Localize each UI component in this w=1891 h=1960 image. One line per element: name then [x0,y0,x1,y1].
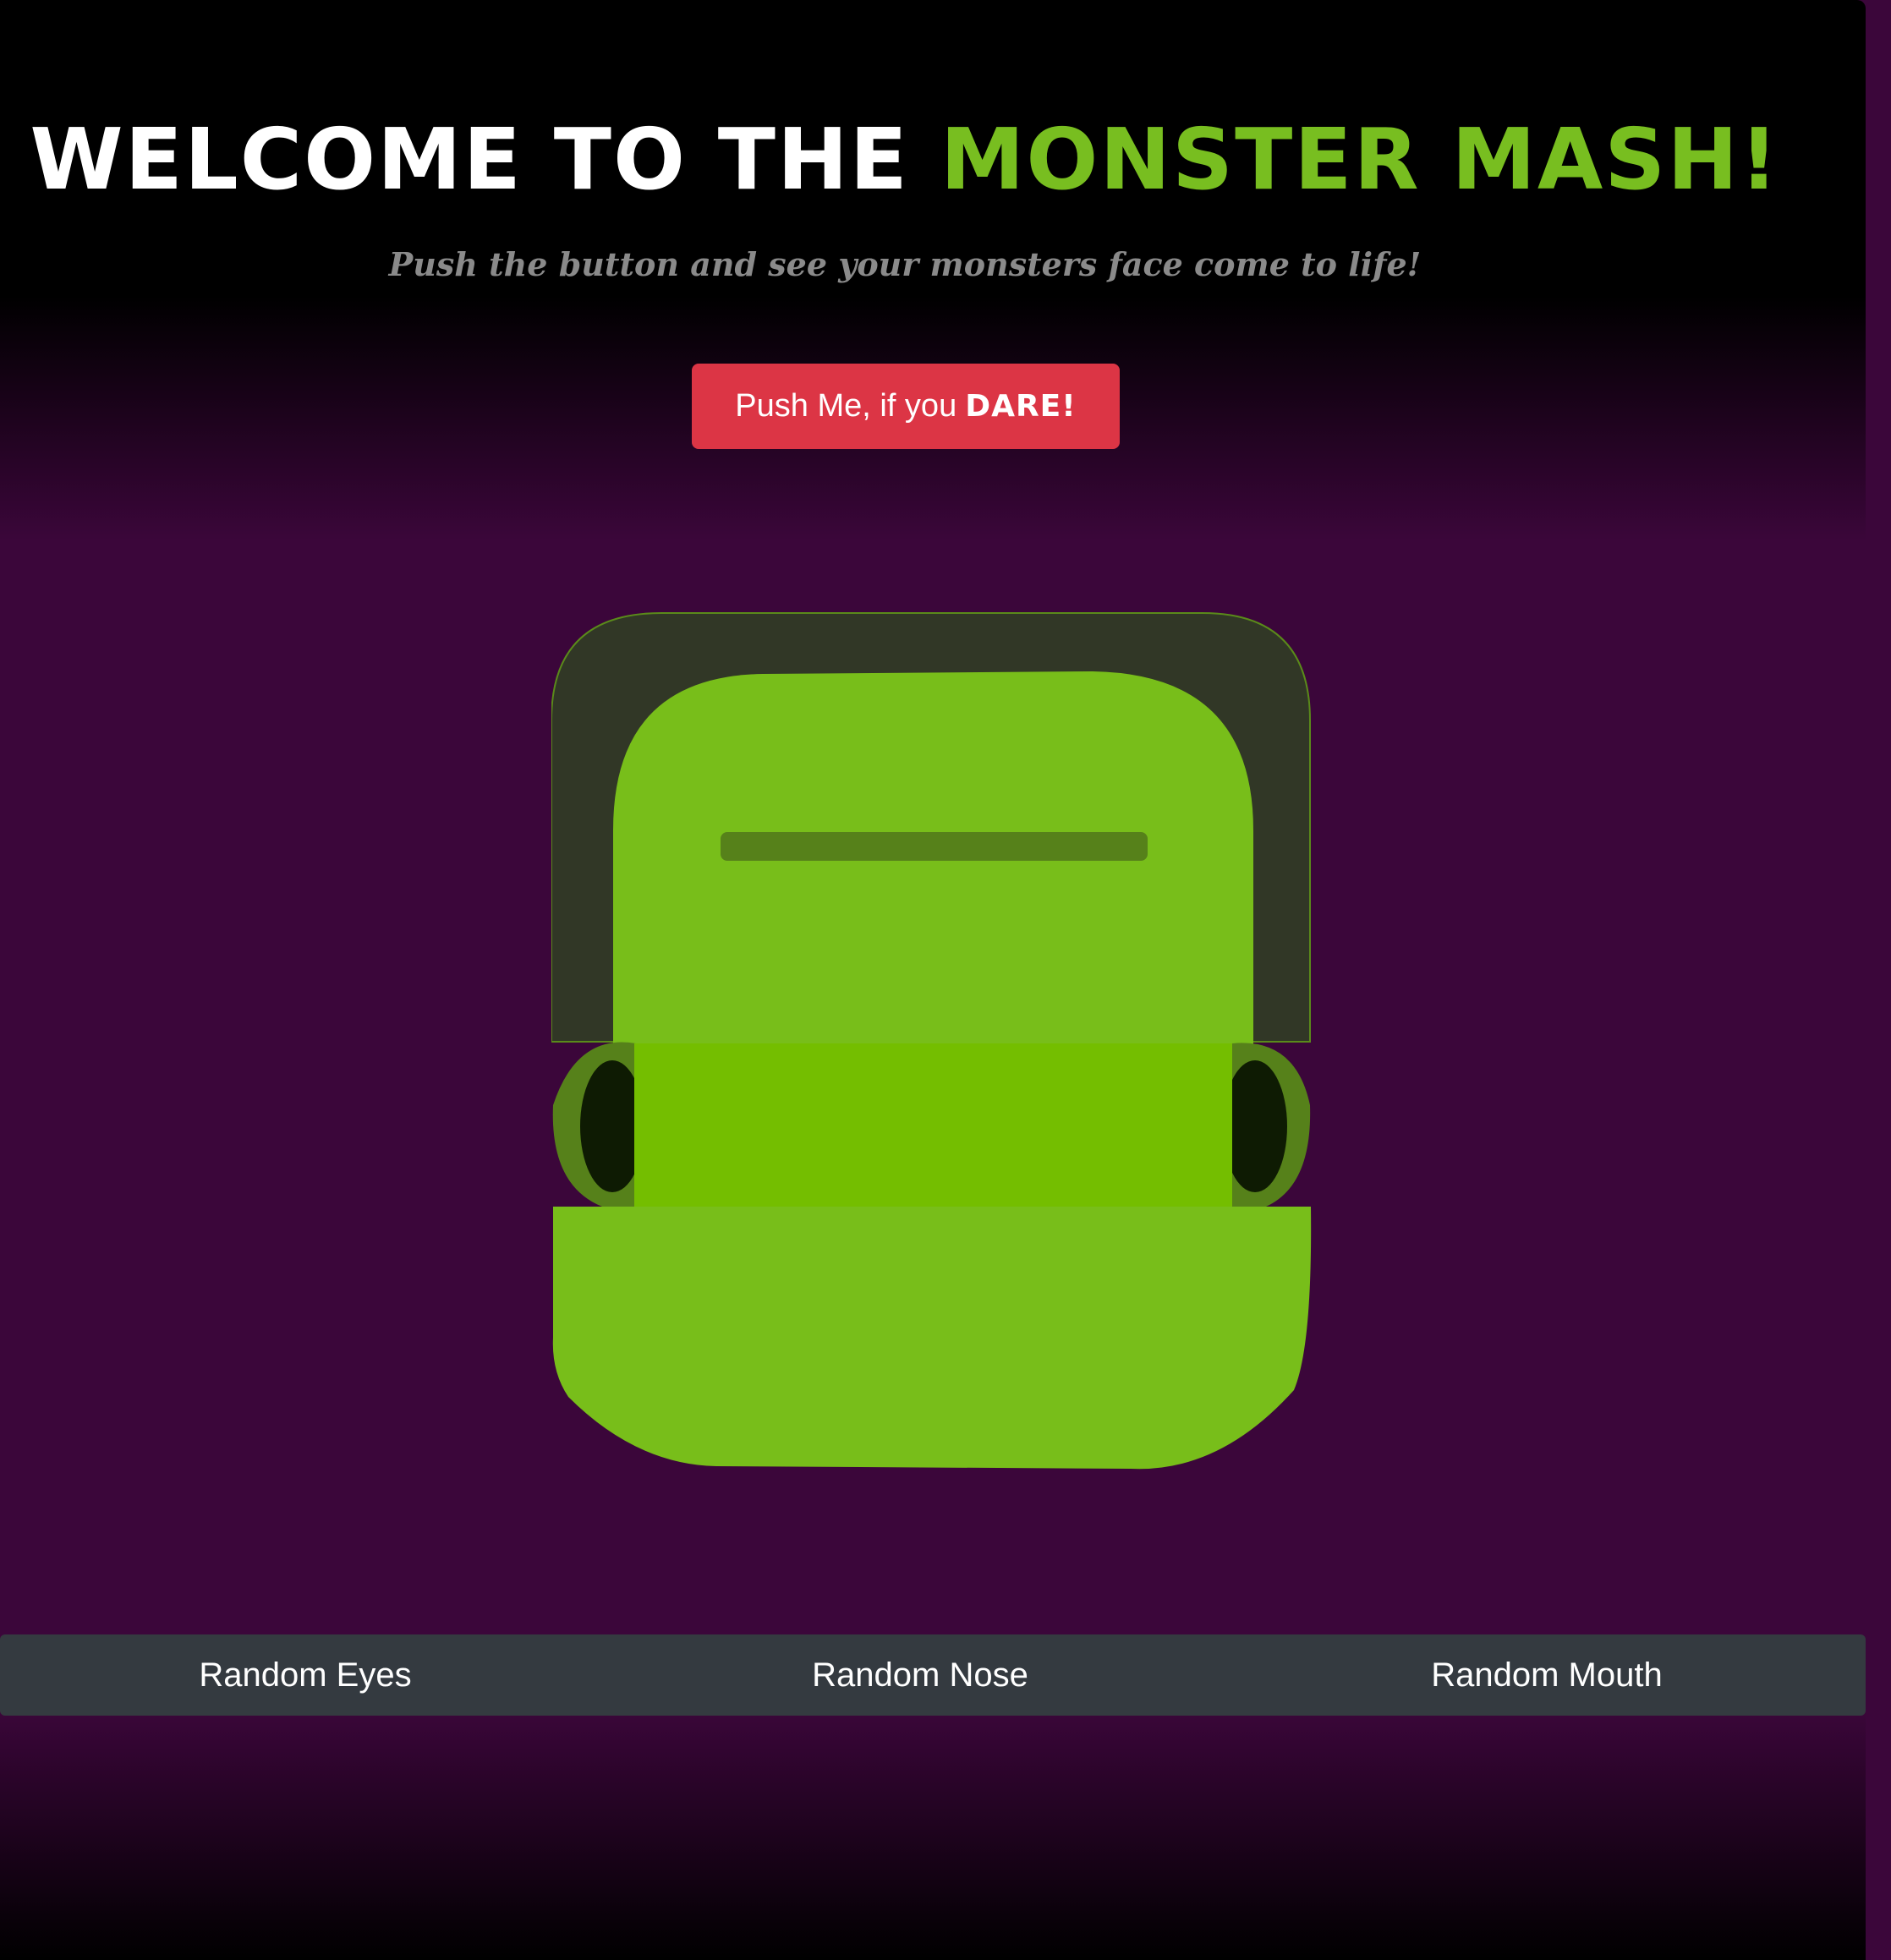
monster-midface [634,1043,1232,1209]
title-accent: MONSTER MASH! [940,110,1780,209]
page-subtitle: Push the button and see your monsters fa… [388,245,1422,283]
monster-brow [721,832,1148,861]
dare-button[interactable]: Push Me, if you DARE! [692,364,1120,449]
dare-button-label: Push Me, if you [735,388,957,424]
page-title: WELCOME TO THE MONSTER MASH! [0,110,1810,209]
random-eyes-button[interactable]: Random Eyes [0,1634,611,1716]
random-mouth-button[interactable]: Random Mouth [1230,1634,1864,1716]
bottom-nav-bar: Random Eyes Random Nose Random Mouth [0,1634,1866,1716]
page-background: WELCOME TO THE MONSTER MASH! Push the bu… [0,0,1866,1960]
right-ear-hole [1223,1060,1287,1192]
title-main: WELCOME TO THE [30,110,909,209]
monster-jaw [552,1207,1312,1470]
monster-face [551,612,1312,1470]
dare-button-emphasis: DARE! [965,389,1077,424]
random-nose-button[interactable]: Random Nose [611,1634,1230,1716]
